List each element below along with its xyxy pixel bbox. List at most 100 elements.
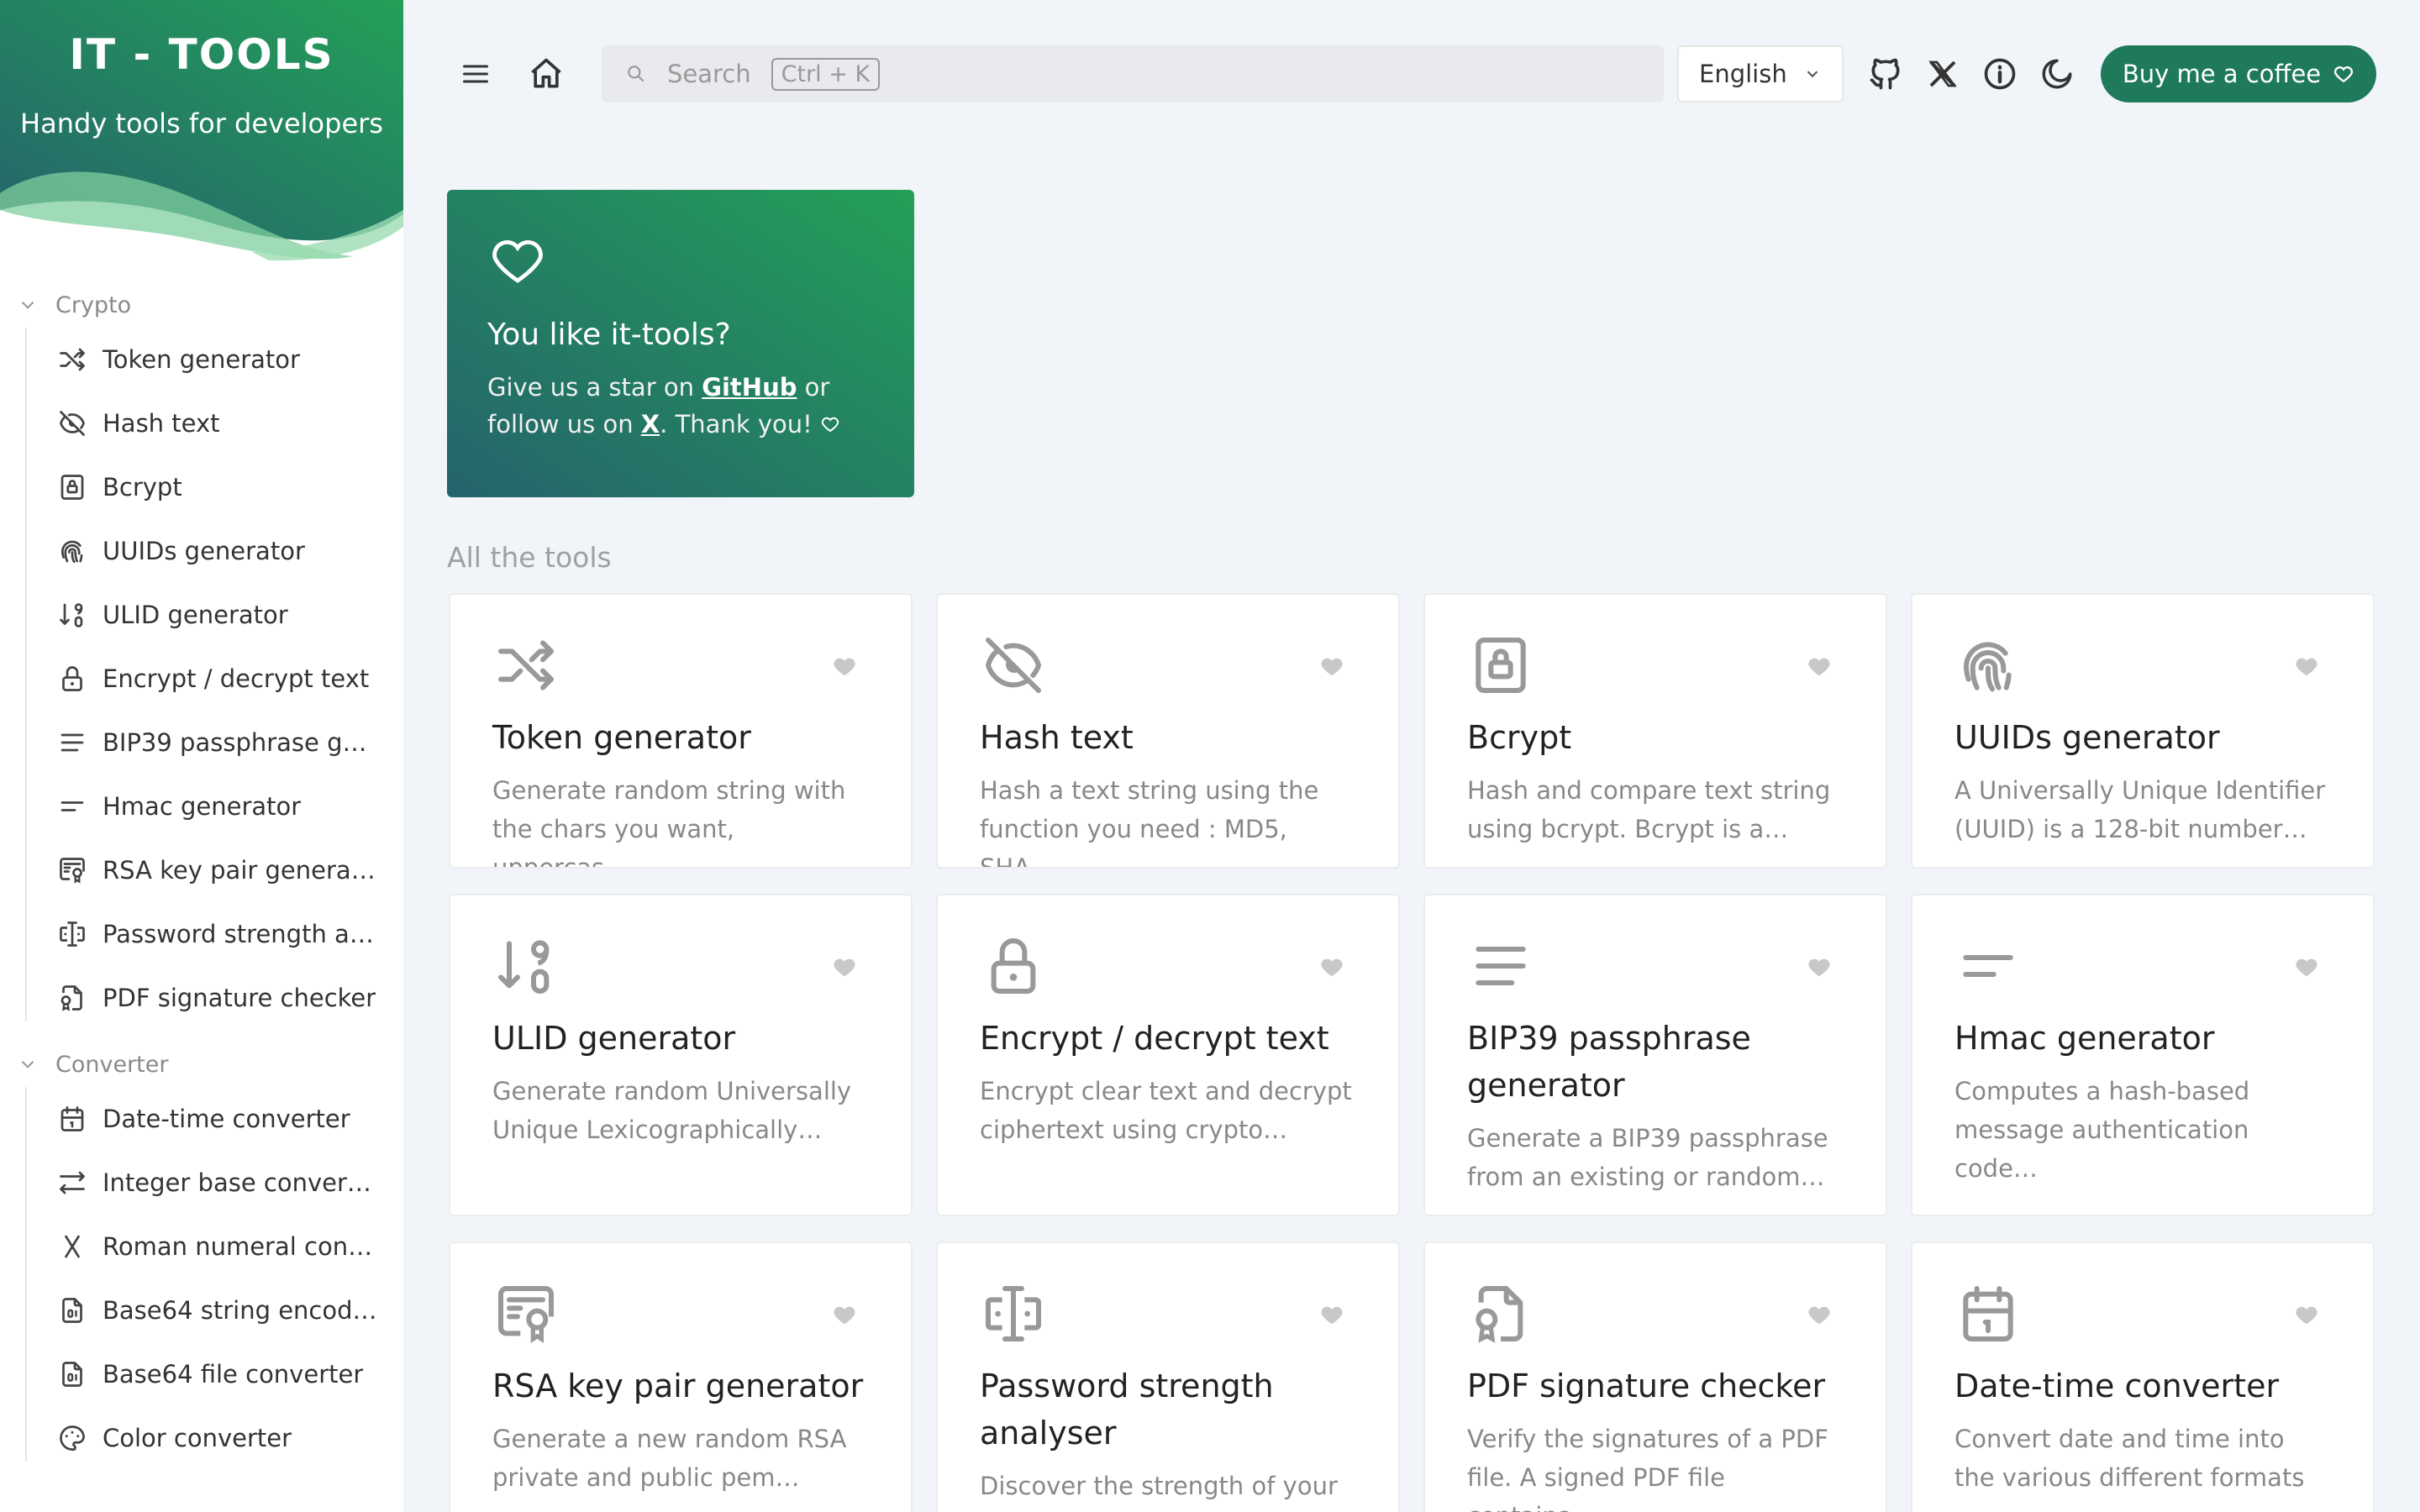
arrows-left-right-icon: [60, 1171, 85, 1194]
lock-icon: [62, 666, 82, 691]
tool-card[interactable]: RSA key pair generator Generate a new ran…: [449, 1242, 913, 1512]
x-link[interactable]: X: [641, 410, 660, 438]
short-text-icon: [60, 801, 84, 811]
tool-card-title: Encrypt / decrypt text: [980, 1020, 1329, 1057]
tool-card-description: Computes a hash-based message authentica…: [1954, 1077, 2250, 1183]
github-link[interactable]: GitHub: [702, 373, 797, 402]
sidebar-item[interactable]: Base64 file converter: [57, 1342, 403, 1406]
tool-card-title: Bcrypt: [1467, 719, 1572, 756]
promo-card: You like it-tools? Give us a star on Git…: [447, 190, 914, 497]
theme-toggle-button[interactable]: [2035, 52, 2079, 96]
sidebar-item[interactable]: BIP39 passphrase generator: [57, 711, 403, 774]
sidebar-item-label: Base64 string encoder/decoder: [103, 1296, 380, 1325]
favorite-heart-icon[interactable]: [1807, 954, 1832, 979]
file-digit-icon: [62, 1298, 82, 1323]
tool-card[interactable]: Hash text Hash a text string using the fu…: [936, 593, 1400, 869]
language-value: English: [1699, 60, 1787, 88]
tool-card-description: Verify the signatures of a PDF file. A s…: [1467, 1425, 1828, 1512]
favorite-heart-icon[interactable]: [2294, 1302, 2319, 1327]
sidebar-item-label: UUIDs generator: [103, 537, 305, 565]
tool-card-description: Hash and compare text string using bcryp…: [1467, 776, 1831, 843]
sidebar-item[interactable]: Roman numeral converter: [57, 1215, 403, 1278]
sidebar-item[interactable]: PDF signature checker: [57, 966, 403, 1030]
tool-card[interactable]: Date-time converter Convert date and time…: [1911, 1242, 2375, 1512]
sidebar-item[interactable]: Bcrypt: [57, 455, 403, 519]
favorite-heart-icon[interactable]: [1807, 654, 1832, 679]
sidebar-item[interactable]: Password strength analyser: [57, 902, 403, 966]
tool-card[interactable]: PDF signature checker Verify the signatur…: [1423, 1242, 1887, 1512]
sidebar-item[interactable]: Encrypt / decrypt text: [57, 647, 403, 711]
chevron-down-icon: [21, 1060, 34, 1068]
nav-group-toggle[interactable]: Converter: [0, 1042, 403, 1087]
sidebar-item-label: RSA key pair generator: [103, 856, 380, 885]
lock-icon: [991, 938, 1036, 994]
nav-group-toggle[interactable]: Crypto: [0, 282, 403, 328]
sidebar-item[interactable]: Integer base converter: [57, 1151, 403, 1215]
tool-card[interactable]: Password strength analyser Discover the s…: [936, 1242, 1400, 1512]
sidebar-item-label: Encrypt / decrypt text: [103, 664, 370, 693]
favorite-heart-icon[interactable]: [832, 654, 857, 679]
tool-card[interactable]: Token generator Generate random string wi…: [449, 593, 913, 869]
tool-card-title: UUIDs generator: [1954, 719, 2220, 756]
home-button[interactable]: [521, 50, 571, 97]
nav-group-items: Token generator Hash text Bcrypt UUIDs gene…: [0, 328, 403, 1030]
favorite-heart-icon[interactable]: [1319, 954, 1344, 979]
favorite-heart-icon[interactable]: [2294, 654, 2319, 679]
shuffle-icon: [60, 348, 85, 371]
sort-numeric-icon: [60, 603, 83, 627]
x-twitter-button[interactable]: [1921, 52, 1965, 96]
tool-card-description: Generate a BIP39 passphrase from an exis…: [1467, 1124, 1828, 1191]
file-certificate-icon: [60, 985, 82, 1011]
tool-card[interactable]: UUIDs generator A Universally Unique Iden…: [1911, 593, 2375, 869]
letter-x-icon: [65, 1235, 80, 1258]
sidebar-item[interactable]: Base64 string encoder/decoder: [57, 1278, 403, 1342]
favorite-heart-icon[interactable]: [832, 954, 857, 979]
app-title[interactable]: IT - TOOLS: [0, 30, 403, 79]
promo-text-part: follow us on: [487, 410, 641, 438]
favorite-heart-icon[interactable]: [1319, 654, 1344, 679]
tool-card-title: PDF signature checker: [1467, 1368, 1826, 1404]
tool-card-title: Token generator: [492, 719, 751, 756]
file-certificate-icon: [1476, 1286, 1523, 1343]
tool-card-description: Hash a text string using the function yo…: [980, 776, 1319, 869]
tool-card[interactable]: ULID generator Generate random Universall…: [449, 894, 913, 1216]
search-input[interactable]: Search Ctrl + K: [602, 45, 1664, 102]
github-button[interactable]: [1864, 52, 1907, 96]
tool-card-description: Generate random string with the chars yo…: [492, 776, 846, 869]
sidebar-item[interactable]: Color converter: [57, 1406, 403, 1470]
favorite-heart-icon[interactable]: [1319, 1302, 1344, 1327]
sidebar-item[interactable]: Hash text: [57, 391, 403, 455]
search-icon: [628, 66, 644, 82]
sidebar-item[interactable]: Hmac generator: [57, 774, 403, 838]
lock-square-icon: [60, 475, 84, 500]
heart-icon: [821, 417, 839, 433]
language-select[interactable]: English: [1677, 45, 1844, 102]
app-subtitle: Handy tools for developers: [20, 108, 383, 139]
tool-card[interactable]: Bcrypt Hash and compare text string using…: [1423, 593, 1887, 869]
sidebar-item[interactable]: ULID generator: [57, 583, 403, 647]
tool-card[interactable]: Encrypt / decrypt text Encrypt clear text…: [936, 894, 1400, 1216]
sidebar-item[interactable]: UUIDs generator: [57, 519, 403, 583]
nav-group-crypto: Crypto Token generator Hash text Bcrypt UUID…: [0, 282, 403, 1030]
favorite-heart-icon[interactable]: [2294, 954, 2319, 979]
tool-card[interactable]: Hmac generator Computes a hash-based mess…: [1911, 894, 2375, 1216]
sidebar-item-label: Integer base converter: [103, 1168, 380, 1197]
file-digit-icon: [62, 1362, 82, 1387]
eye-off-icon: [60, 411, 85, 436]
buy-me-a-coffee-button[interactable]: Buy me a coffee: [2101, 45, 2376, 102]
nav-group-label: Converter: [55, 1051, 169, 1078]
sidebar-item[interactable]: Date-time converter: [57, 1087, 403, 1151]
tool-card-description: Generate random Universally Unique Lexic…: [492, 1077, 852, 1144]
x-twitter-icon: [1928, 60, 1957, 87]
about-button[interactable]: [1978, 52, 2022, 96]
github-icon: [1870, 58, 1900, 90]
sidebar-item[interactable]: Token generator: [57, 328, 403, 391]
sidebar-item[interactable]: RSA key pair generator: [57, 838, 403, 902]
heart-icon: [492, 240, 543, 283]
sidebar-item-label: ULID generator: [103, 601, 288, 629]
tool-card[interactable]: BIP39 passphrase generator Generate a BIP…: [1423, 894, 1887, 1216]
favorite-heart-icon[interactable]: [832, 1302, 857, 1327]
shuffle-icon: [498, 640, 554, 690]
menu-toggle-button[interactable]: [450, 52, 501, 96]
favorite-heart-icon[interactable]: [1807, 1302, 1832, 1327]
